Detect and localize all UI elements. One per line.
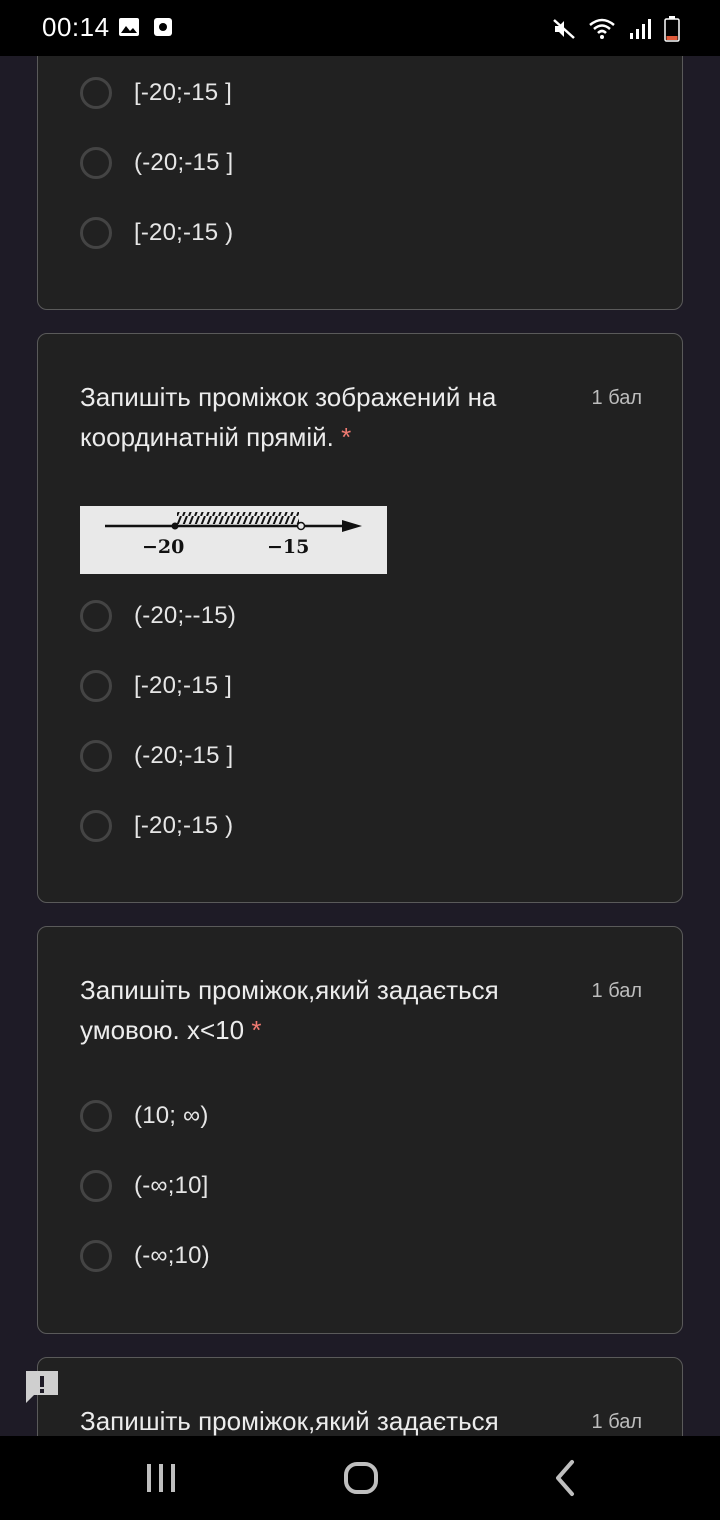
option[interactable]: [-20;-15 ] xyxy=(80,73,232,113)
option[interactable]: (-20;-15 ] xyxy=(80,143,233,183)
option-label: [-20;-15 ) xyxy=(134,219,234,246)
option-label: (-∞;10] xyxy=(134,1172,209,1199)
option-label: (-20;--15) xyxy=(134,602,237,629)
question-card-2: Запишіть проміжок зображений на координа… xyxy=(37,333,683,903)
option-label: [-20;-15 ) xyxy=(134,812,234,839)
option-label: [-20;-15 ] xyxy=(134,672,233,699)
question-title: Запишіть проміжок зображений на координа… xyxy=(80,377,560,457)
points-label: 1 бал xyxy=(591,1411,642,1433)
number-line-right-label: −15 xyxy=(267,536,310,558)
radio-button[interactable] xyxy=(80,740,112,772)
radio-button[interactable] xyxy=(80,810,112,842)
radio-button[interactable] xyxy=(80,1100,112,1132)
option[interactable]: [-20;-15 ) xyxy=(80,213,233,253)
option-label: (-20;-15 ] xyxy=(134,742,234,769)
required-mark: * xyxy=(251,1015,262,1045)
radio-button[interactable] xyxy=(80,1170,112,1202)
option[interactable]: [-20;-15 ] xyxy=(80,666,232,706)
points-label: 1 бал xyxy=(591,387,642,409)
battery-icon xyxy=(664,16,680,42)
screenshot-icon xyxy=(154,18,172,36)
status-bar: 00:14 xyxy=(0,0,720,56)
option[interactable]: (10; ∞) xyxy=(80,1096,209,1136)
radio-button[interactable] xyxy=(80,217,112,249)
points-label: 1 бал xyxy=(591,980,642,1002)
number-line-figure: −20 −15 xyxy=(80,506,387,574)
question-card-3: Запишіть проміжок,який задається умовою.… xyxy=(37,926,683,1334)
option[interactable]: [-20;-15 ) xyxy=(80,806,233,846)
feedback-icon[interactable] xyxy=(22,1367,62,1407)
option-label: (-20;-15 ] xyxy=(134,149,234,176)
radio-button[interactable] xyxy=(80,670,112,702)
status-time: 00:14 xyxy=(42,12,110,42)
question-title: Запишіть проміжок,який задається xyxy=(80,1401,560,1441)
number-line-left-label: −20 xyxy=(142,536,185,558)
wifi-icon xyxy=(589,18,615,39)
option[interactable]: (-∞;10] xyxy=(80,1166,209,1206)
radio-button[interactable] xyxy=(80,1240,112,1272)
back-icon[interactable] xyxy=(550,1456,580,1500)
recent-apps-icon[interactable] xyxy=(145,1456,177,1500)
question-title: Запишіть проміжок,який задається умовою.… xyxy=(80,970,560,1050)
image-icon xyxy=(119,18,139,36)
option[interactable]: (-20;-15 ] xyxy=(80,736,233,776)
home-icon[interactable] xyxy=(343,1456,379,1500)
radio-button[interactable] xyxy=(80,600,112,632)
required-mark: * xyxy=(341,422,352,452)
option-label: (10; ∞) xyxy=(134,1102,209,1129)
signal-icon xyxy=(630,19,651,39)
question-card-1: [-20;-15 ] (-20;-15 ] [-20;-15 ) xyxy=(37,30,683,310)
radio-button[interactable] xyxy=(80,147,112,179)
question-text: Запишіть проміжок зображений на координа… xyxy=(80,382,497,452)
question-text: Запишіть проміжок,який задається xyxy=(80,1406,499,1436)
option-label: (-∞;10) xyxy=(134,1242,210,1269)
mute-icon xyxy=(553,19,575,39)
navigation-bar xyxy=(0,1436,720,1520)
question-text: Запишіть проміжок,який задається умовою.… xyxy=(80,975,499,1045)
radio-button[interactable] xyxy=(80,77,112,109)
option-label: [-20;-15 ] xyxy=(134,79,233,106)
option[interactable]: (-∞;10) xyxy=(80,1236,210,1276)
option[interactable]: (-20;--15) xyxy=(80,596,236,636)
